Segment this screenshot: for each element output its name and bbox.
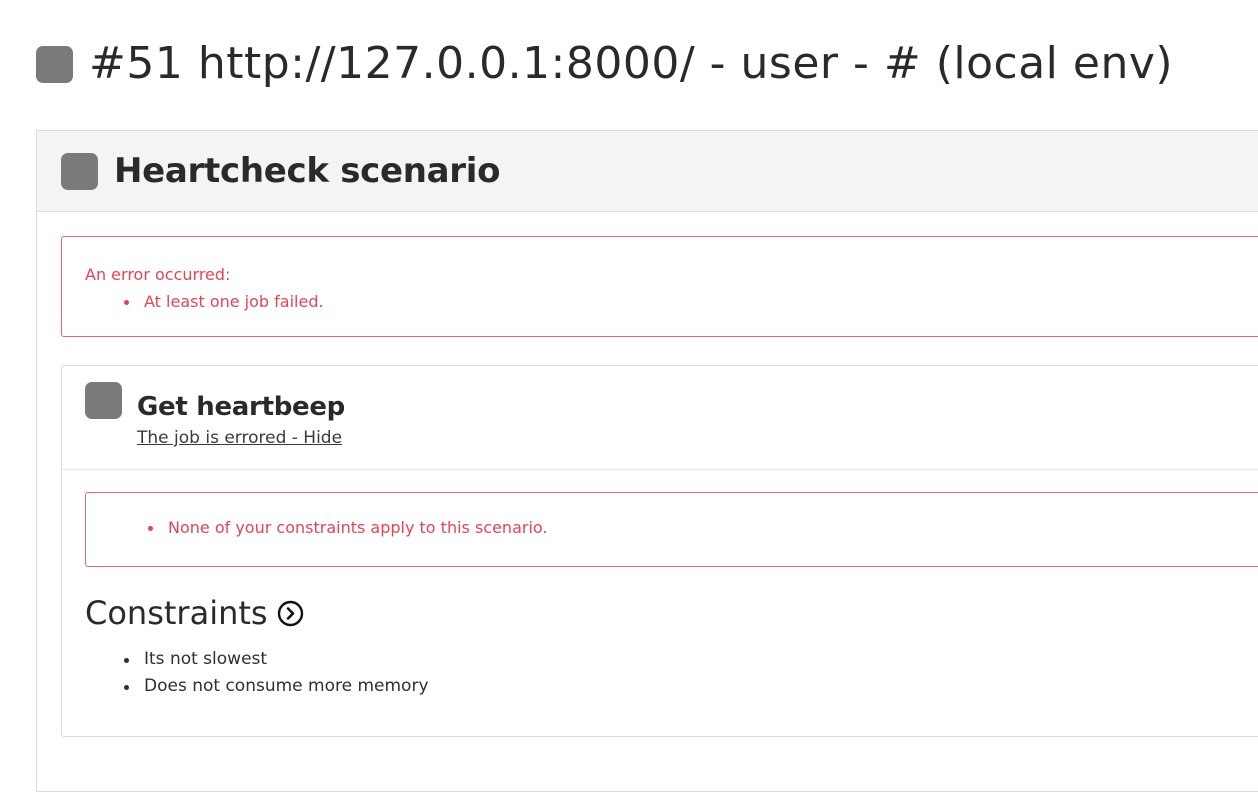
page-header: #51 http://127.0.0.1:8000/ - user - # (l… [36, 36, 1173, 92]
constraint-item: Does not consume more memory [124, 673, 429, 700]
job-title: Get heartbeep [137, 392, 345, 422]
error-alert-title: An error occurred: [85, 265, 231, 284]
status-square-icon [61, 152, 98, 190]
error-list: None of your constraints apply to this s… [148, 518, 547, 537]
scenario-header: Heartcheck scenario [37, 131, 1258, 212]
error-list: At least one job failed. [124, 292, 324, 311]
constraints-title: Constraints [85, 594, 268, 632]
error-list-item: None of your constraints apply to this s… [148, 518, 547, 537]
job-error-alert: None of your constraints apply to this s… [85, 492, 1258, 567]
job-card: Get heartbeep The job is errored - Hide … [61, 365, 1258, 737]
status-square-icon [85, 382, 122, 419]
scenario-card: Heartcheck scenario An error occurred: A… [36, 130, 1258, 792]
scenario-error-alert: An error occurred: At least one job fail… [61, 236, 1258, 337]
scenario-title: Heartcheck scenario [114, 151, 501, 191]
status-square-icon [36, 45, 73, 83]
page-title: #51 http://127.0.0.1:8000/ - user - # (l… [89, 38, 1174, 89]
constraints-heading: Constraints [85, 594, 304, 632]
job-header: Get heartbeep The job is errored - Hide [62, 366, 1258, 470]
constraint-item: Its not slowest [124, 646, 429, 673]
constraints-list: Its not slowest Does not consume more me… [124, 646, 429, 700]
job-status-toggle-link[interactable]: The job is errored - Hide [137, 428, 342, 448]
error-list-item: At least one job failed. [124, 292, 324, 311]
chevron-right-circle-icon[interactable] [277, 600, 304, 627]
